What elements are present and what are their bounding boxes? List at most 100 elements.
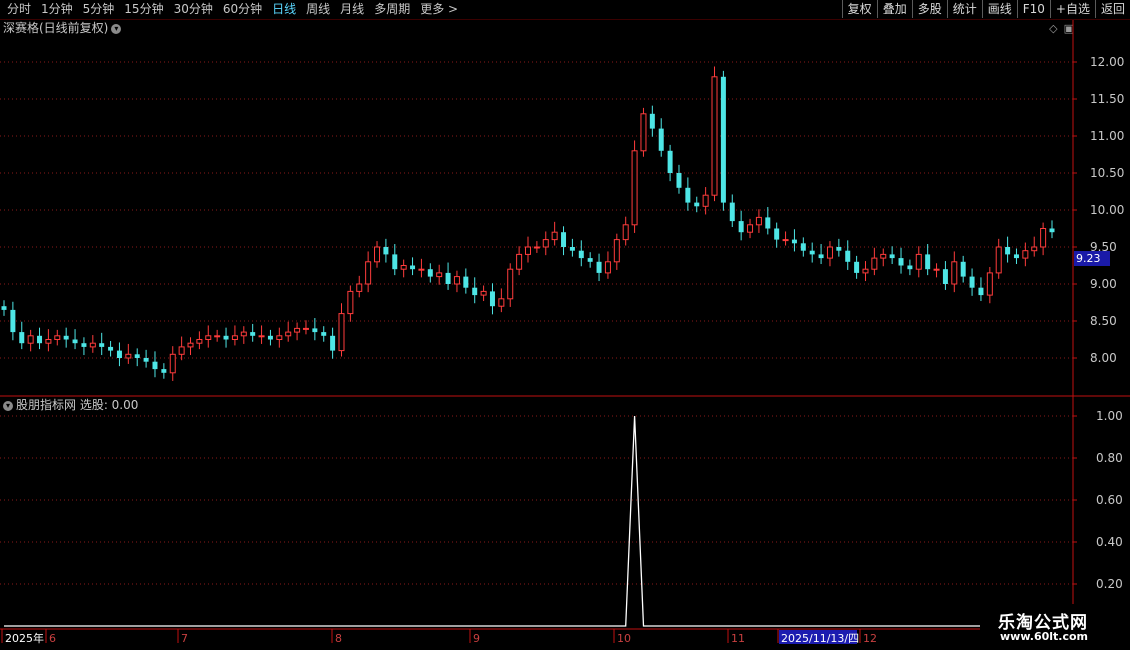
price-axis-label: 10.00 bbox=[1090, 203, 1124, 217]
candle-body-up bbox=[54, 335, 61, 340]
candle-body-down bbox=[774, 228, 780, 240]
price-axis-label: 12.00 bbox=[1090, 55, 1124, 69]
candle-body-up bbox=[418, 268, 425, 271]
last-price-tag: 9.23 bbox=[1074, 251, 1110, 266]
candle-body-down bbox=[676, 173, 682, 188]
candle-body-down bbox=[969, 276, 975, 288]
candle-body-down bbox=[960, 261, 966, 277]
candle-body-up bbox=[613, 239, 620, 263]
candle-body-up bbox=[747, 224, 754, 233]
date-axis-label: 8 bbox=[335, 632, 342, 645]
watermark-url: www.60lt.com bbox=[1000, 630, 1089, 643]
candle-body-up bbox=[302, 327, 309, 330]
candle-body-down bbox=[694, 202, 700, 207]
price-axis-label: 11.00 bbox=[1090, 129, 1124, 143]
candle-body-down bbox=[942, 269, 948, 284]
candle-body-down bbox=[134, 354, 140, 358]
candle-body-down bbox=[685, 187, 691, 203]
candle-body-down bbox=[649, 113, 655, 129]
candle-body-down bbox=[410, 265, 416, 270]
candle-body-down bbox=[578, 250, 584, 259]
date-axis-label: 12 bbox=[863, 632, 877, 645]
candle-body-down bbox=[907, 265, 913, 270]
candle-body-up bbox=[640, 113, 647, 152]
candle-body-up bbox=[27, 335, 34, 344]
indicator-axis-label: 1.00 bbox=[1096, 409, 1123, 423]
candle-body-up bbox=[525, 246, 531, 255]
candle-body-down bbox=[108, 346, 114, 351]
candle-body-up bbox=[187, 342, 194, 348]
candle-body-down bbox=[63, 335, 69, 340]
date-axis-label: 9 bbox=[473, 632, 480, 645]
date-axis-label: 11 bbox=[731, 632, 745, 645]
candle-body-down bbox=[10, 309, 16, 333]
candle-body-up bbox=[880, 253, 887, 259]
candle-body-up bbox=[551, 231, 558, 241]
candle-body-up bbox=[782, 239, 789, 242]
price-axis-label: 11.50 bbox=[1090, 92, 1124, 106]
candle-body-down bbox=[99, 343, 105, 347]
candle-body-down bbox=[116, 350, 122, 358]
candle-body-down bbox=[925, 254, 931, 270]
candle-body-down bbox=[330, 335, 336, 351]
candle-body-up bbox=[214, 335, 221, 338]
candle-body-up bbox=[516, 253, 523, 270]
candle-body-up bbox=[986, 272, 993, 296]
candle-body-up bbox=[356, 283, 363, 292]
candle-body-down bbox=[569, 247, 575, 251]
candle-body-down bbox=[392, 254, 398, 270]
price-axis-label: 10.50 bbox=[1090, 166, 1124, 180]
candle-body-up bbox=[631, 150, 638, 226]
candle-body-up bbox=[1040, 228, 1047, 248]
candle-body-up bbox=[240, 331, 247, 337]
candle-body-down bbox=[765, 217, 771, 229]
candle-body-up bbox=[498, 298, 505, 307]
candle-body-up bbox=[453, 276, 460, 285]
candle-body-down bbox=[818, 254, 824, 259]
watermark: 乐淘公式网 www.60lt.com bbox=[980, 604, 1128, 650]
candle-body-up bbox=[258, 335, 265, 338]
indicator-axis-label: 0.20 bbox=[1096, 577, 1123, 591]
candle-body-up bbox=[604, 261, 611, 274]
candle-body-down bbox=[587, 258, 593, 262]
candle-body-up bbox=[915, 253, 922, 270]
candle-body-down bbox=[1, 306, 7, 310]
candle-body-down bbox=[561, 232, 567, 247]
candle-body-down bbox=[1049, 228, 1055, 233]
candle-body-down bbox=[658, 128, 664, 151]
candle-body-up bbox=[89, 342, 96, 348]
date-axis-label: 10 bbox=[617, 632, 631, 645]
candle-body-down bbox=[19, 332, 25, 344]
candle-body-up bbox=[338, 313, 345, 352]
candle-body-down bbox=[738, 221, 744, 233]
candle-body-down bbox=[1005, 247, 1011, 255]
candle-body-up bbox=[622, 224, 629, 241]
candle-body-up bbox=[542, 239, 549, 248]
candle-body-up bbox=[951, 261, 958, 285]
candle-body-up bbox=[507, 268, 514, 300]
candle-body-up bbox=[178, 346, 185, 355]
candle-body-up bbox=[347, 290, 354, 315]
indicator-line bbox=[4, 415, 1061, 627]
candle-body-up bbox=[231, 335, 238, 340]
candle-body-down bbox=[383, 247, 389, 255]
kline-chart[interactable]: 12.0011.5011.0010.5010.009.509.008.508.0… bbox=[0, 0, 1130, 650]
candle-body-down bbox=[312, 328, 318, 333]
price-axis-label: 8.00 bbox=[1090, 351, 1117, 365]
candle-body-up bbox=[365, 261, 372, 285]
candle-body-down bbox=[1013, 254, 1019, 259]
candle-body-up bbox=[374, 246, 381, 263]
candle-body-up bbox=[196, 339, 203, 344]
candle-body-down bbox=[143, 358, 149, 362]
candle-body-up bbox=[285, 331, 292, 337]
candle-body-up bbox=[871, 257, 878, 270]
candle-body-up bbox=[169, 353, 176, 374]
candle-body-up bbox=[294, 327, 301, 333]
candle-body-down bbox=[463, 276, 469, 288]
candle-body-up bbox=[205, 335, 212, 340]
candle-body-down bbox=[152, 361, 158, 370]
candle-body-down bbox=[729, 202, 735, 222]
candle-body-down bbox=[809, 250, 815, 255]
candle-body-up bbox=[400, 265, 407, 270]
candle-body-down bbox=[250, 332, 256, 336]
